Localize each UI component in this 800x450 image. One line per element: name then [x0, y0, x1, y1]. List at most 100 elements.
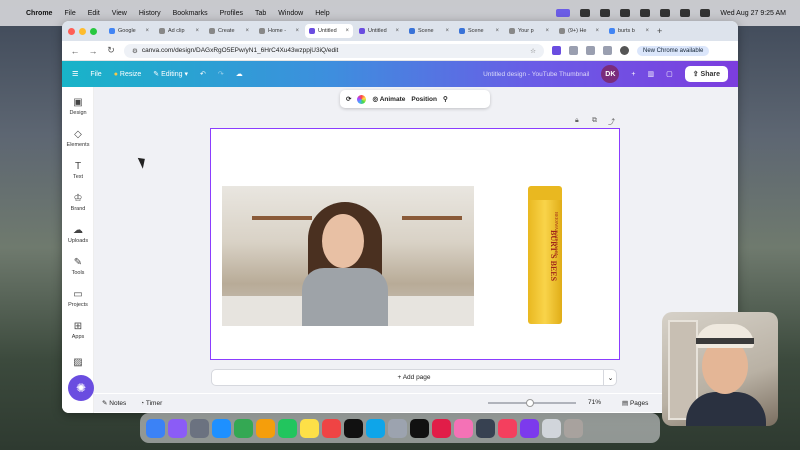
music-icon[interactable] [498, 418, 517, 438]
quicktime-icon[interactable] [388, 418, 407, 438]
close-tab-icon[interactable]: × [595, 28, 599, 34]
launchpad-icon[interactable] [168, 418, 187, 438]
comments-icon[interactable]: ▢ [666, 70, 673, 78]
sidebar-item-apps[interactable]: ⊞ Apps [62, 321, 94, 340]
trash-icon[interactable] [564, 418, 583, 438]
add-page-button[interactable]: + Add page [211, 369, 617, 386]
sidebar-item-design[interactable]: ▣ Design [62, 97, 94, 116]
battery-icon[interactable] [640, 9, 651, 17]
browser-tab[interactable]: Scene × [455, 24, 503, 38]
extensions-puzzle-icon[interactable] [569, 46, 578, 55]
kitchen-woman-photo[interactable] [222, 186, 474, 326]
browser-tab[interactable]: Create × [205, 24, 253, 38]
finder-window-icon[interactable] [542, 418, 561, 438]
lock-icon[interactable]: 🔒︎ [575, 117, 579, 125]
new-tab-icon[interactable]: + [657, 26, 662, 36]
insights-chart-icon[interactable]: ▥ [647, 70, 654, 78]
site-info-icon[interactable]: ⚙ [132, 47, 138, 55]
status-icon[interactable] [600, 9, 611, 17]
slack-icon[interactable] [432, 418, 451, 438]
freeform-icon[interactable] [322, 418, 341, 438]
sidebar-item-photos[interactable]: ▨ [62, 357, 94, 370]
hamburger-menu-icon[interactable]: ≡ [72, 68, 78, 80]
audio-app-icon[interactable] [476, 418, 495, 438]
sidebar-item-brand[interactable]: ♔ Brand [62, 193, 94, 212]
obs-icon[interactable] [520, 418, 539, 438]
lip-balm-product-image[interactable]: BURT'S BEES BEESWAX LIP BALM [528, 186, 562, 324]
close-tab-icon[interactable]: × [545, 28, 549, 34]
duplicate-page-icon[interactable]: ⧉ [592, 117, 597, 125]
slack-alt-icon[interactable] [454, 418, 473, 438]
close-tab-icon[interactable]: × [145, 28, 149, 34]
close-tab-icon[interactable]: × [445, 28, 449, 34]
sidebar-item-text[interactable]: T Text [62, 161, 94, 180]
browser-tab[interactable]: Home - × [255, 24, 303, 38]
timer-button[interactable]: ◔ Timer [140, 400, 162, 407]
back-icon[interactable]: ← [70, 46, 80, 56]
minimize-window-button[interactable] [79, 27, 86, 35]
sidebar-item-projects[interactable]: ▭ Projects [62, 289, 94, 308]
close-tab-icon[interactable]: × [195, 28, 199, 34]
menu-app-name[interactable]: Chrome [26, 10, 52, 17]
add-collaborator-icon[interactable]: + [631, 71, 635, 78]
menu-bookmarks[interactable]: Bookmarks [173, 10, 208, 17]
search-icon[interactable] [680, 9, 691, 17]
close-tab-icon[interactable]: × [345, 28, 349, 34]
browser-tab[interactable]: (9+) He × [555, 24, 603, 38]
browser-tab-active[interactable]: Untitled × [305, 24, 353, 38]
menu-clock[interactable]: Wed Aug 27 9:25 AM [720, 10, 786, 17]
menu-view[interactable]: View [112, 10, 127, 17]
add-page-icon[interactable]: ⤴ [608, 117, 615, 127]
close-tab-icon[interactable]: × [495, 28, 499, 34]
ai-edit-icon[interactable]: ⟳ [346, 95, 351, 103]
menu-history[interactable]: History [139, 10, 161, 17]
position-button[interactable]: Position [411, 96, 437, 103]
status-icon[interactable] [580, 9, 591, 17]
menu-help[interactable]: Help [315, 10, 329, 17]
menu-edit[interactable]: Edit [88, 10, 100, 17]
notes-app-icon[interactable] [300, 418, 319, 438]
app-store-icon[interactable] [366, 418, 385, 438]
close-tab-icon[interactable]: × [295, 28, 299, 34]
cloud-save-icon[interactable]: ☁ [236, 70, 243, 78]
close-window-button[interactable] [68, 27, 75, 35]
profile-avatar-icon[interactable] [620, 46, 629, 55]
share-button[interactable]: ⇪ Share [684, 66, 728, 82]
apple-tv-icon[interactable] [344, 418, 363, 438]
editing-mode-button[interactable]: ✎ Editing ▾ [153, 70, 188, 78]
menu-profiles[interactable]: Profiles [220, 10, 243, 17]
photos-icon[interactable] [256, 418, 275, 438]
menu-tab[interactable]: Tab [255, 10, 266, 17]
menu-file[interactable]: File [64, 10, 75, 17]
chevron-down-icon[interactable]: ⌄ [603, 369, 617, 386]
wifi-icon[interactable] [660, 9, 671, 17]
file-menu-button[interactable]: File [90, 71, 101, 78]
extension-icon[interactable] [552, 46, 561, 55]
color-wheel-icon[interactable] [357, 94, 367, 104]
animate-button[interactable]: ◎ Animate [372, 95, 405, 103]
sidebar-item-elements[interactable]: ◇ Elements [62, 129, 94, 148]
close-tab-icon[interactable]: × [245, 28, 249, 34]
bookmark-star-icon[interactable]: ☆ [530, 47, 536, 55]
url-input[interactable]: ⚙ canva.com/design/DAGxRgO5EPw/yN1_6HrC4… [124, 43, 544, 58]
capcut-icon[interactable] [410, 418, 429, 438]
browser-tab[interactable]: Untitled × [355, 24, 403, 38]
close-tab-icon[interactable]: × [395, 28, 399, 34]
finder-icon[interactable] [146, 418, 165, 438]
pages-button[interactable]: ▤ Pages [622, 399, 648, 407]
browser-tab[interactable]: burts b × [605, 24, 653, 38]
browser-tab[interactable]: Google × [105, 24, 153, 38]
browser-tab[interactable]: Ad clip × [155, 24, 203, 38]
zoom-window-button[interactable] [90, 27, 97, 35]
sidebar-item-tools[interactable]: ✎ Tools [62, 257, 94, 276]
control-center-icon[interactable] [700, 9, 711, 17]
resize-button[interactable]: ● Resize [114, 71, 142, 78]
sidebar-item-uploads[interactable]: ☁ Uploads [62, 225, 94, 244]
safari-icon[interactable] [212, 418, 231, 438]
avatar[interactable]: DK [601, 65, 620, 83]
screen-record-icon[interactable] [556, 9, 571, 17]
document-title[interactable]: Untitled design - YouTube Thumbnail [483, 71, 589, 78]
paint-format-icon[interactable]: ⚲ [443, 95, 448, 103]
status-icon[interactable] [620, 9, 631, 17]
zoom-level[interactable]: 71% [588, 399, 601, 406]
